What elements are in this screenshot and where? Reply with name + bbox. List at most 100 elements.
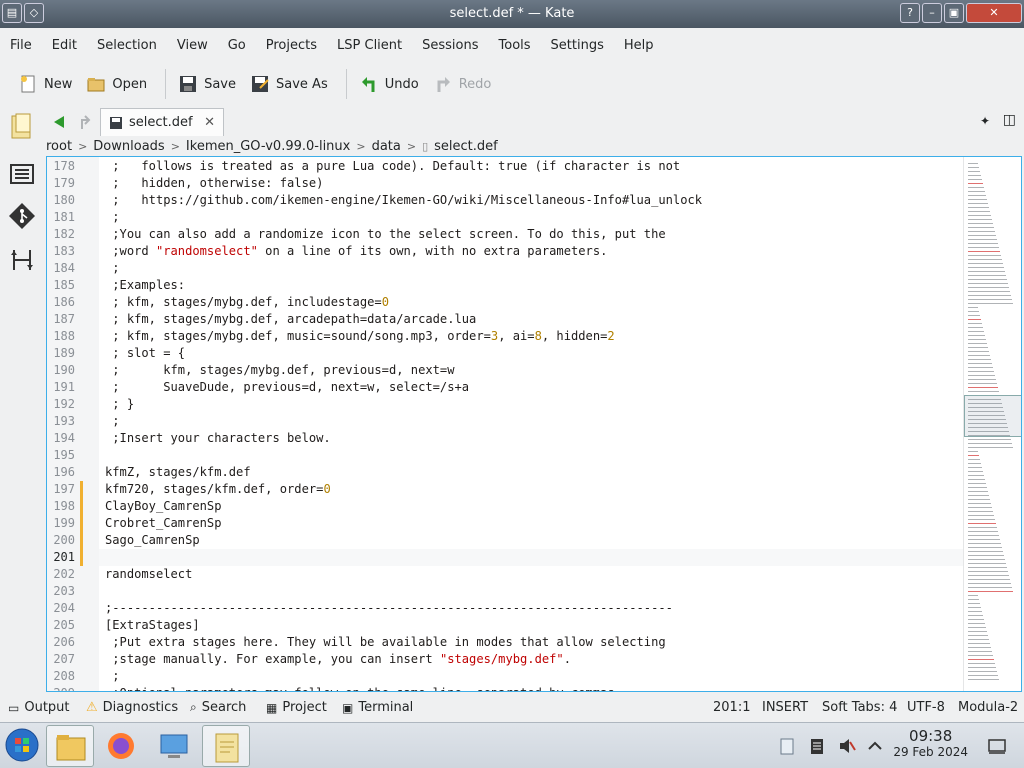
code-line[interactable]: ; — [105, 668, 119, 685]
menu-view[interactable]: View — [167, 32, 218, 60]
menu-tools[interactable]: Tools — [489, 32, 541, 60]
terminal-tab[interactable]: ▣ Terminal — [342, 700, 413, 715]
project-tab[interactable]: ▦ Project — [266, 700, 327, 715]
save-as-button[interactable]: Save As — [246, 68, 338, 100]
code-line[interactable]: Crobret_CamrenSp — [105, 515, 222, 532]
code-line[interactable]: ;word "randomselect" on a line of its ow… — [105, 243, 607, 260]
split-view-icon[interactable]: ◫ — [1003, 112, 1016, 128]
minimap-line — [968, 575, 1009, 576]
menu-edit[interactable]: Edit — [42, 32, 87, 60]
minimap-line — [968, 495, 989, 496]
code-line[interactable]: ; } — [105, 396, 134, 413]
new-button[interactable]: New — [14, 68, 82, 100]
syntax-mode[interactable]: Modula-2 — [958, 700, 1018, 715]
menu-selection[interactable]: Selection — [87, 32, 167, 60]
code-line[interactable]: ;Examples: — [105, 277, 185, 294]
breadcrumb-root[interactable]: root — [46, 139, 72, 154]
menu-projects[interactable]: Projects — [256, 32, 327, 60]
firefox-task[interactable] — [97, 725, 145, 767]
minimap-line — [968, 539, 1000, 540]
show-desktop-icon[interactable] — [988, 737, 1006, 755]
start-button-icon[interactable] — [4, 727, 40, 763]
code-line[interactable]: ;Insert your characters below. — [105, 430, 330, 447]
open-button[interactable]: Open — [82, 68, 157, 100]
code-line[interactable]: ; SuaveDude, previous=d, next=w, select=… — [105, 379, 469, 396]
menu-sessions[interactable]: Sessions — [412, 32, 488, 60]
code-line[interactable]: kfmZ, stages/kfm.def — [105, 464, 251, 481]
code-line[interactable]: ;You can also add a randomize icon to th… — [105, 226, 665, 243]
code-line[interactable]: ;stage manually. For example, you can in… — [105, 651, 571, 668]
minimap-line — [968, 679, 999, 680]
close-tab-icon[interactable]: ✕ — [204, 115, 215, 130]
minimap[interactable] — [963, 157, 1021, 691]
diagnostics-tab[interactable]: ⚠ Diagnostics — [86, 700, 178, 715]
symbols-list-icon[interactable] — [8, 160, 36, 188]
breadcrumb-downloads[interactable]: Downloads — [93, 139, 164, 154]
documents-icon[interactable] — [8, 112, 36, 140]
maximize-button[interactable]: ▣ — [944, 3, 964, 23]
breadcrumb-data[interactable]: data — [372, 139, 401, 154]
notes-tray-icon[interactable] — [808, 737, 826, 755]
menu-lsp-client[interactable]: LSP Client — [327, 32, 412, 60]
save-button[interactable]: Save — [174, 68, 246, 100]
code-line[interactable]: ; kfm, stages/mybg.def, includestage=0 — [105, 294, 389, 311]
back-arrow-icon[interactable] — [52, 115, 66, 129]
git-icon[interactable] — [8, 202, 36, 230]
input-mode[interactable]: INSERT — [762, 700, 808, 715]
code-line[interactable]: ;Optional parameters may follow on the s… — [105, 685, 614, 691]
code-line[interactable]: ; https://github.com/ikemen-engine/Ikeme… — [105, 192, 702, 209]
code-editor[interactable]: 178 179 180 181 182 183 184 185 186 187 188 189 190 1… — [46, 156, 1022, 692]
clock[interactable]: 09:38 29 Feb 2024 — [893, 727, 968, 759]
code-line[interactable]: ClayBoy_CamrenSp — [105, 498, 222, 515]
menu-settings[interactable]: Settings — [541, 32, 614, 60]
menu-file[interactable]: File — [0, 32, 42, 60]
search-tab[interactable]: ⌕ Search — [190, 700, 246, 715]
code-line[interactable]: ; follows is treated as a pure Lua code)… — [105, 158, 680, 175]
minimap-line — [968, 351, 989, 352]
minimap-line — [968, 615, 983, 616]
code-line[interactable]: [ExtraStages] — [105, 617, 200, 634]
code-line[interactable]: kfm720, stages/kfm.def, order=0 — [105, 481, 331, 498]
menu-help[interactable]: Help — [614, 32, 664, 60]
volume-muted-icon[interactable] — [838, 737, 856, 755]
breadcrumb-file[interactable]: select.def — [434, 139, 498, 154]
code-line[interactable]: ; hidden, otherwise: false) — [105, 175, 323, 192]
help-icon[interactable]: ? — [900, 3, 920, 23]
encoding[interactable]: UTF-8 — [907, 700, 945, 715]
file-manager-task[interactable] — [46, 725, 94, 767]
code-line[interactable]: randomselect — [105, 566, 192, 583]
projects-icon[interactable] — [8, 246, 36, 274]
pin-icon[interactable]: ✦ — [980, 114, 990, 128]
code-line[interactable]: Sago_CamrenSp — [105, 532, 200, 549]
code-line[interactable]: ; — [105, 413, 119, 430]
clipboard-tray-icon[interactable] — [778, 737, 796, 755]
show-hidden-icons-icon[interactable] — [866, 737, 884, 755]
code-line[interactable]: ; kfm, stages/mybg.def, arcadepath=data/… — [105, 311, 476, 328]
tab-select-def[interactable]: select.def ✕ — [100, 108, 224, 136]
cursor-position[interactable]: 201:1 — [713, 700, 750, 715]
minimap-line — [968, 307, 978, 308]
kate-task[interactable] — [202, 725, 250, 767]
minimap-viewport[interactable] — [964, 395, 1021, 437]
line-number: 179 — [53, 176, 75, 190]
forward-arrow-icon[interactable] — [78, 114, 92, 130]
redo-button[interactable]: Redo — [429, 68, 502, 100]
code-line[interactable]: ; slot = { — [105, 345, 185, 362]
indentation-settings[interactable]: Soft Tabs: 4 — [822, 700, 897, 715]
code-line[interactable]: ;Put extra stages here. They will be ava… — [105, 634, 665, 651]
code-line[interactable]: ; — [105, 260, 119, 277]
system-settings-task[interactable] — [150, 725, 198, 767]
minimap-line — [968, 587, 1012, 588]
line-number: 199 — [53, 516, 75, 530]
menu-go[interactable]: Go — [218, 32, 256, 60]
minimize-button[interactable]: – — [922, 3, 942, 23]
close-button[interactable]: ✕ — [966, 3, 1022, 23]
undo-button[interactable]: Undo — [355, 68, 429, 100]
breadcrumb-ikemen[interactable]: Ikemen_GO-v0.99.0-linux — [186, 139, 350, 154]
minimap-line — [968, 343, 987, 344]
code-line[interactable]: ;---------------------------------------… — [105, 600, 673, 617]
code-line[interactable]: ; kfm, stages/mybg.def, music=sound/song… — [105, 328, 614, 345]
code-line[interactable]: ; — [105, 209, 119, 226]
output-tab[interactable]: ▭ Output — [8, 700, 70, 715]
code-line[interactable]: ; kfm, stages/mybg.def, previous=d, next… — [105, 362, 454, 379]
